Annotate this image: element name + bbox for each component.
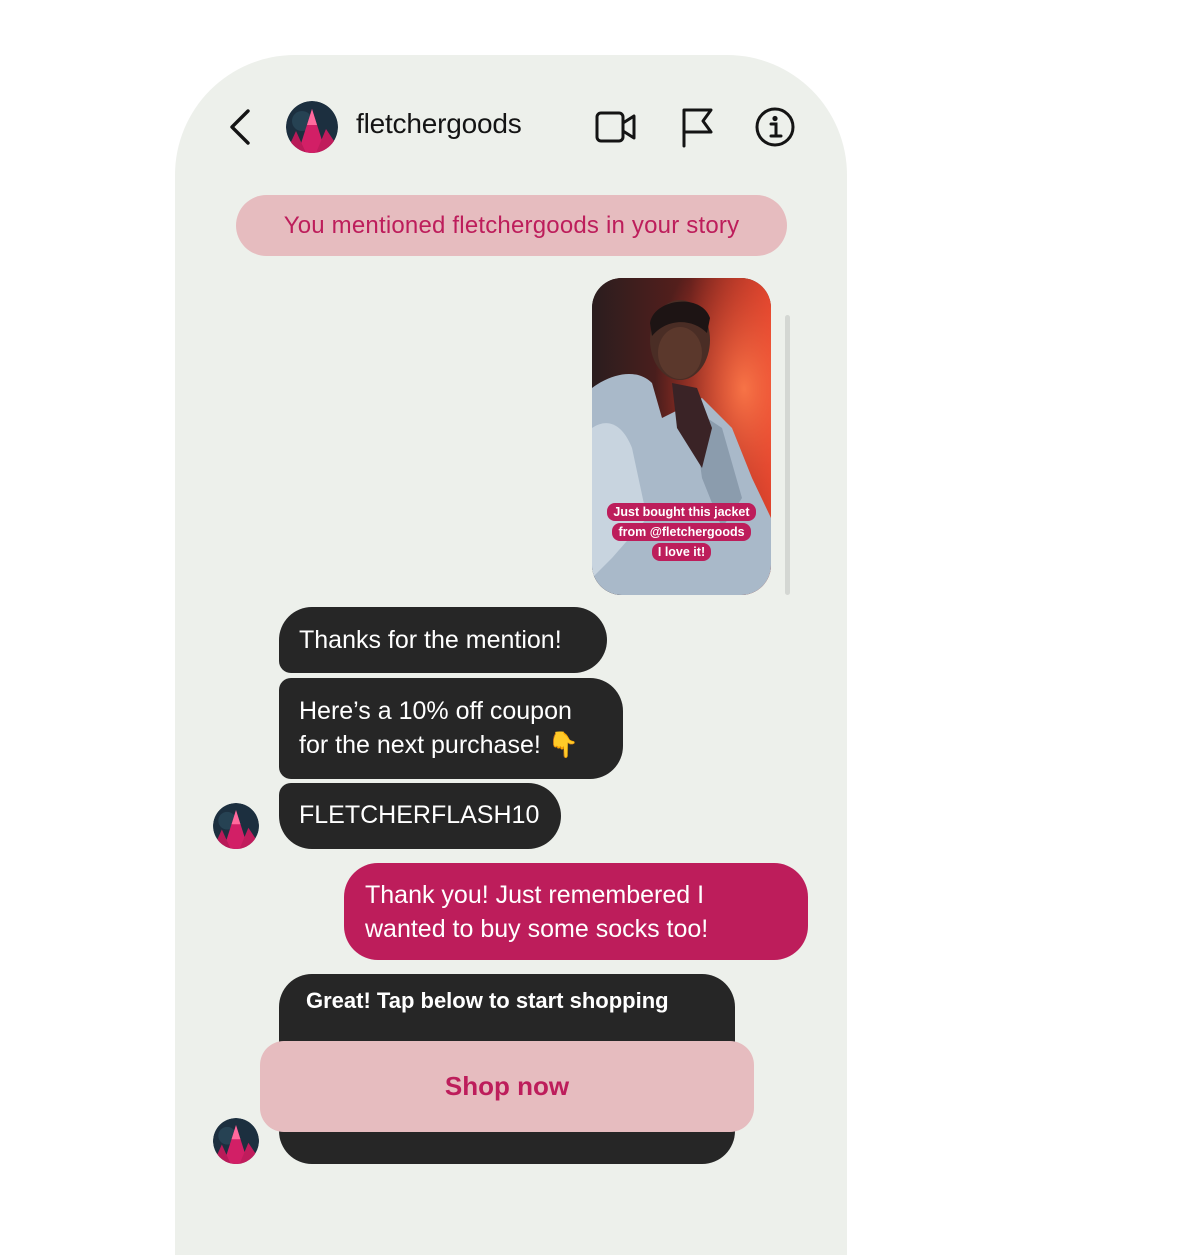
message-text: wanted to buy some socks too! bbox=[365, 915, 709, 943]
info-icon bbox=[755, 107, 795, 147]
sender-avatar[interactable] bbox=[213, 803, 259, 849]
message-bubble-outgoing[interactable]: Thank you! Just remembered I wanted to b… bbox=[344, 863, 808, 960]
message-text: for the next purchase! 👇 bbox=[299, 731, 579, 759]
info-button[interactable] bbox=[752, 104, 798, 150]
header-username[interactable]: fletchergoods bbox=[356, 108, 522, 140]
sender-avatar[interactable] bbox=[213, 1118, 259, 1164]
message-bubble-incoming[interactable]: FLETCHERFLASH10 bbox=[279, 783, 561, 849]
flag-icon bbox=[682, 108, 713, 148]
scrollbar[interactable] bbox=[785, 315, 790, 595]
video-call-button[interactable] bbox=[592, 104, 640, 150]
header-avatar[interactable] bbox=[286, 101, 338, 153]
message-text: FLETCHERFLASH10 bbox=[299, 801, 540, 829]
message-bubble-incoming[interactable]: Here’s a 10% off coupon for the next pur… bbox=[279, 678, 623, 779]
message-bubble-incoming[interactable]: Thanks for the mention! bbox=[279, 607, 607, 673]
story-mention-notice: You mentioned fletchergoods in your stor… bbox=[236, 195, 787, 256]
video-call-icon bbox=[595, 111, 636, 143]
shop-card-title: Great! Tap below to start shopping bbox=[306, 988, 669, 1013]
shop-now-button[interactable]: Shop now bbox=[260, 1041, 754, 1132]
message-text: Here’s a 10% off coupon bbox=[299, 697, 572, 725]
story-caption-line: Just bought this jacket bbox=[607, 503, 756, 521]
story-caption-line: from @fletchergoods bbox=[612, 523, 751, 541]
back-button[interactable] bbox=[220, 105, 260, 149]
message-text: Thank you! Just remembered I bbox=[365, 881, 705, 909]
report-button[interactable] bbox=[674, 104, 720, 150]
story-preview[interactable]: Just bought this jacket from @fletchergo… bbox=[592, 278, 771, 595]
story-caption-line: I love it! bbox=[651, 543, 712, 561]
story-caption: Just bought this jacket from @fletchergo… bbox=[592, 503, 771, 561]
back-arrow-icon bbox=[230, 109, 250, 145]
message-text: Thanks for the mention! bbox=[299, 626, 562, 654]
